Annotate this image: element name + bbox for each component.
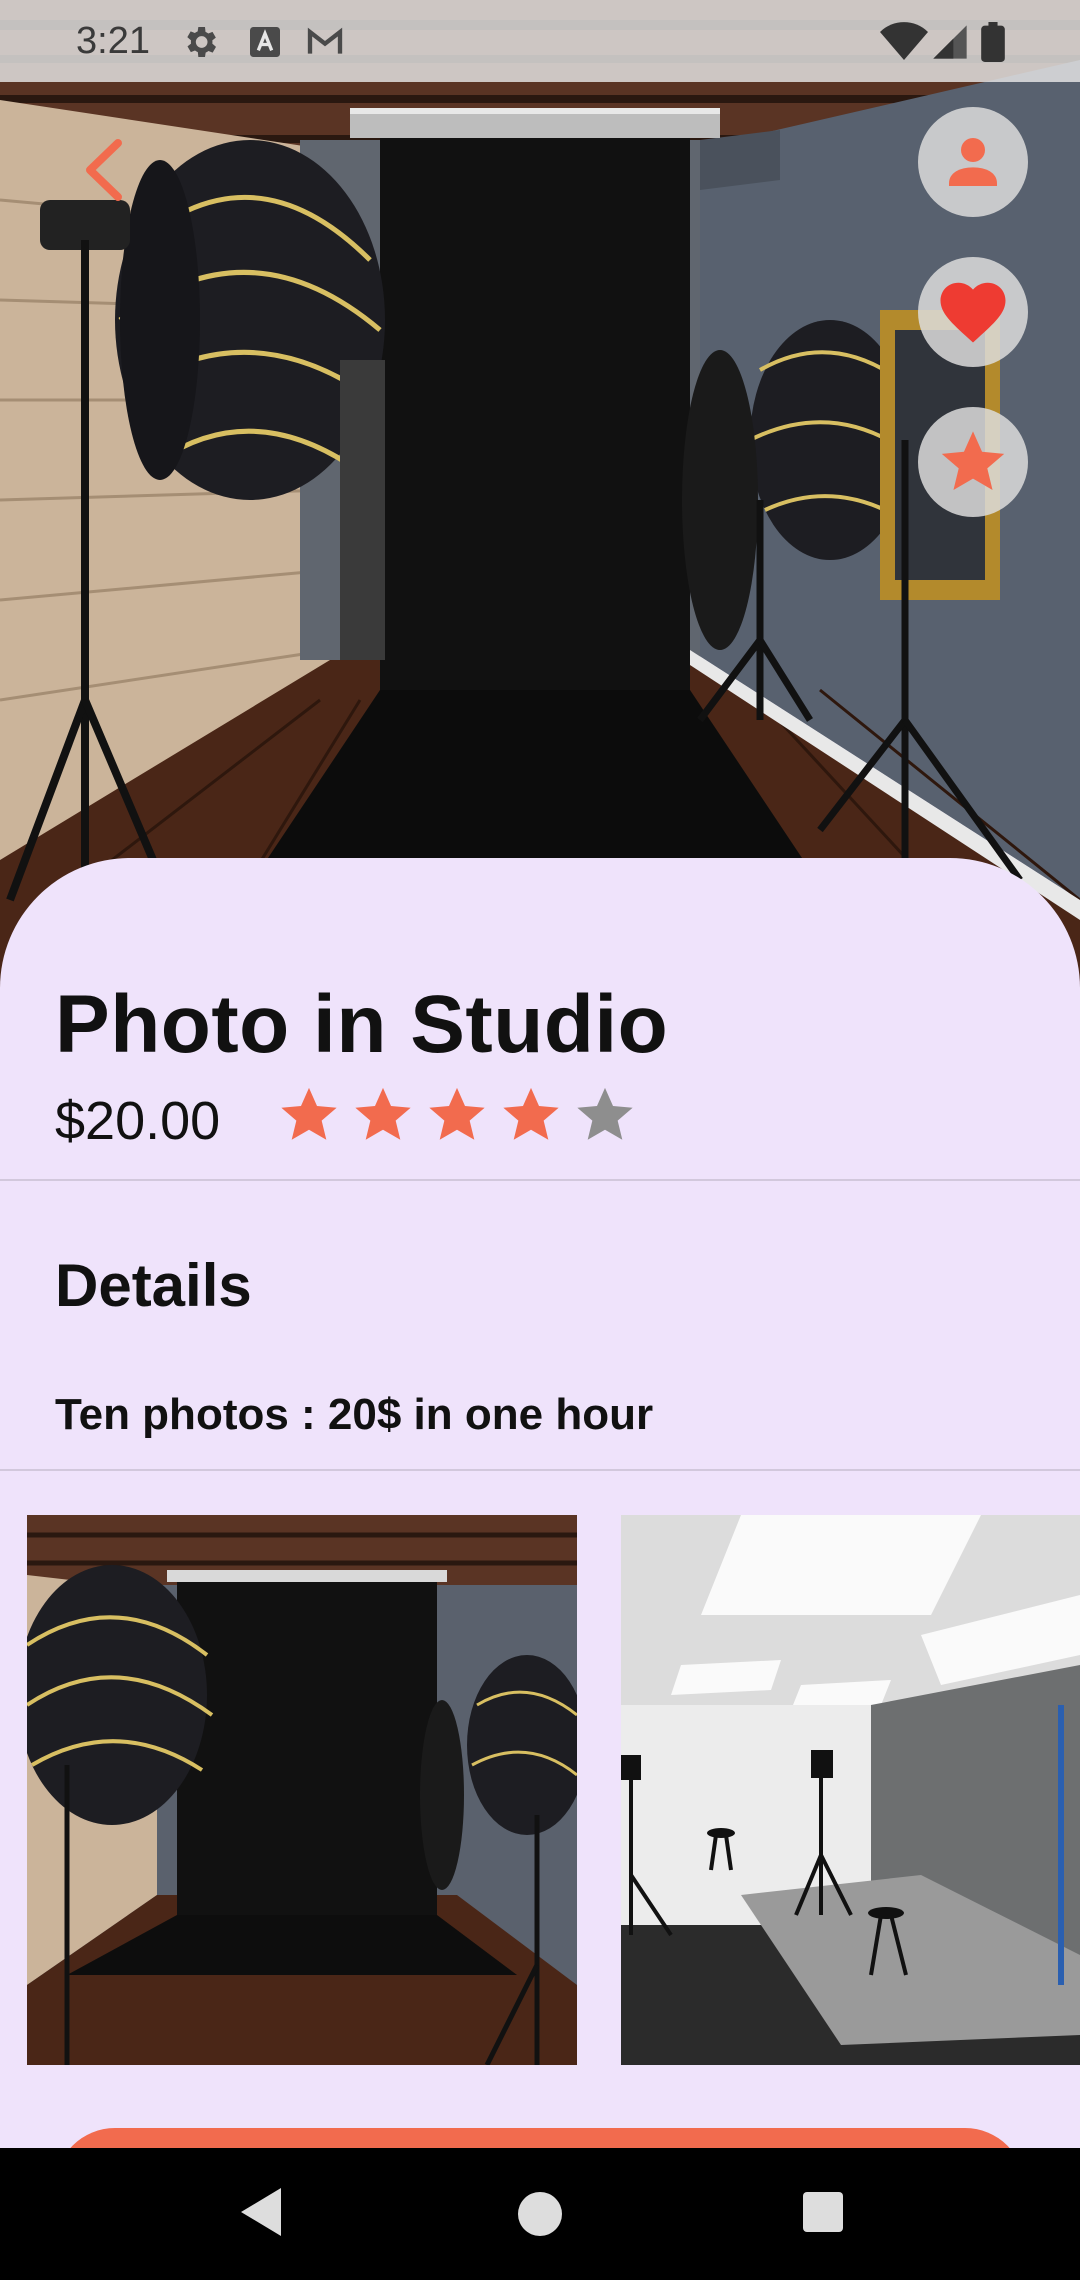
star-icon (941, 431, 1005, 490)
favorite-button[interactable] (918, 257, 1028, 367)
settings-icon (180, 22, 220, 62)
wifi-icon (880, 22, 928, 62)
star-filled-icon (281, 1087, 337, 1140)
nav-back-button[interactable] (237, 2184, 287, 2245)
screen: 3:21 Photo in Studio $20.00 Details Ten … (0, 0, 1080, 2280)
star-filled-icon (429, 1087, 485, 1140)
nav-home-button[interactable] (510, 2184, 570, 2249)
font-a-icon (245, 22, 285, 62)
divider (0, 1179, 1080, 1181)
chevron-left-icon (86, 139, 122, 201)
status-bar: 3:21 (0, 0, 1080, 82)
profile-button[interactable] (918, 107, 1028, 217)
divider (0, 1469, 1080, 1471)
details-text: Ten photos : 20$ in one hour (55, 1390, 654, 1439)
home-circle-icon (518, 2192, 562, 2236)
back-button[interactable] (70, 135, 140, 205)
listing-price: $20.00 (55, 1091, 221, 1151)
cellular-signal-icon (930, 22, 970, 62)
rating-stars (278, 1084, 636, 1146)
gallery-image-studio-white[interactable] (621, 1515, 1080, 2065)
listing-sheet: Photo in Studio $20.00 Details Ten photo… (0, 858, 1080, 2248)
photo-gallery[interactable] (0, 1515, 1080, 2065)
gmail-icon (305, 22, 345, 62)
person-icon (949, 138, 997, 186)
star-empty-icon (577, 1087, 633, 1140)
system-navigation-bar (0, 2148, 1080, 2280)
rate-button[interactable] (918, 407, 1028, 517)
gallery-image-studio-black[interactable] (27, 1515, 577, 2065)
details-heading: Details (55, 1252, 252, 1319)
status-time: 3:21 (76, 20, 150, 62)
battery-icon (980, 22, 1006, 62)
heart-icon (940, 282, 1006, 343)
listing-title: Photo in Studio (55, 979, 669, 1070)
hero-studio-image (0, 0, 1080, 1000)
star-filled-icon (503, 1087, 559, 1140)
nav-recents-button[interactable] (795, 2184, 851, 2245)
recents-square-icon (803, 2192, 843, 2232)
back-triangle-icon (241, 2188, 281, 2236)
star-filled-icon (355, 1087, 411, 1140)
